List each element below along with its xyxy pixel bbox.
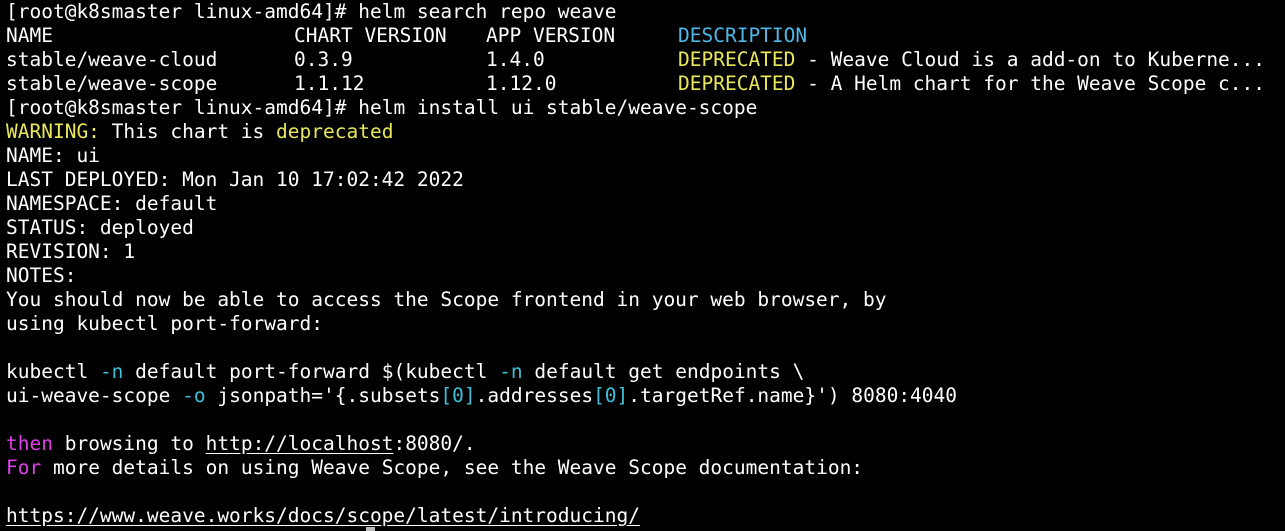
- command-text: helm install ui stable/weave-scope: [358, 96, 758, 119]
- plain-text: more details on using Weave Scope, see t…: [52, 456, 864, 479]
- code-text: jsonpath='{.subsets: [217, 384, 441, 407]
- terminal-window[interactable]: [root@k8smaster linux-amd64]# helm searc…: [0, 0, 1285, 531]
- warning-text: This chart is: [111, 120, 265, 143]
- output-last-deployed: LAST DEPLOYED: Mon Jan 10 17:02:42 2022: [6, 168, 464, 191]
- code-text: ui-weave-scope: [6, 384, 171, 407]
- app-version: 1.4.0: [486, 48, 545, 71]
- output-notes-heading: NOTES:: [6, 264, 77, 287]
- kubectl-command-line: kubectl -n default port-forward $(kubect…: [6, 360, 804, 384]
- keyword-text: then: [6, 432, 53, 455]
- table-header-row: NAME CHART VERSION APP VERSION DESCRIPTI…: [6, 24, 807, 48]
- output-name: NAME: ui: [6, 144, 100, 167]
- flag-text: -o: [182, 384, 206, 407]
- app-version: 1.12.0: [486, 72, 557, 95]
- docs-line: https://www.weave.works/docs/scope/lates…: [6, 504, 640, 528]
- header-description: DESCRIPTION: [678, 24, 808, 47]
- warning-highlight: deprecated: [276, 120, 394, 143]
- shell-prompt: [root@k8smaster linux-amd64]#: [6, 0, 347, 23]
- code-text: .targetRef.name}') 8080:4040: [628, 384, 958, 407]
- docs-link[interactable]: https://www.weave.works/docs/scope/lates…: [6, 504, 640, 527]
- code-text: .addresses: [475, 384, 594, 407]
- header-app-version: APP VERSION: [486, 24, 616, 47]
- chart-name: stable/weave-cloud: [6, 48, 218, 71]
- table-row: stable/weave-cloud 0.3.9 1.4.0 DEPRECATE…: [6, 48, 1265, 72]
- kubectl-command-line: ui-weave-scope -o jsonpath='{.subsets[0]…: [6, 384, 957, 408]
- table-row: stable/weave-scope 1.1.12 1.12.0 DEPRECA…: [6, 72, 1265, 96]
- code-text: default get endpoints \: [534, 360, 805, 383]
- header-name: NAME: [6, 24, 53, 47]
- chart-version: 0.3.9: [294, 48, 353, 71]
- command-text: helm search repo weave: [358, 0, 617, 23]
- for-line: For more details on using Weave Scope, s…: [6, 456, 863, 480]
- localhost-link[interactable]: http://localhost: [206, 432, 394, 455]
- description: DEPRECATED - Weave Cloud is a add-on to …: [678, 48, 1265, 72]
- chart-name: stable/weave-scope: [6, 72, 218, 95]
- then-line: then browsing to http://localhost:8080/.: [6, 432, 476, 456]
- keyword-text: For: [6, 456, 42, 479]
- command-line-install: [root@k8smaster linux-amd64]# helm insta…: [6, 96, 757, 120]
- port-text: :8080/.: [393, 432, 476, 455]
- output-revision: REVISION: 1: [6, 240, 136, 263]
- description: DEPRECATED - A Helm chart for the Weave …: [678, 72, 1265, 96]
- plain-text: browsing to: [64, 432, 194, 455]
- warning-line: WARNING: This chart is deprecated: [6, 120, 393, 144]
- command-line-search: [root@k8smaster linux-amd64]# helm searc…: [6, 0, 617, 24]
- deprecated-tag: DEPRECATED: [678, 72, 796, 95]
- description-text: - A Helm chart for the Weave Scope c...: [807, 72, 1266, 95]
- code-text: default port-forward $(kubectl: [135, 360, 488, 383]
- notes-text-line: You should now be able to access the Sco…: [6, 288, 887, 311]
- flag-text: -n: [499, 360, 523, 383]
- index-text: [0]: [593, 384, 629, 407]
- flag-text: -n: [99, 360, 124, 383]
- scroll-indicator: [366, 527, 375, 531]
- notes-text-line: using kubectl port-forward:: [6, 312, 323, 335]
- header-chart-version: CHART VERSION: [294, 24, 447, 47]
- description-text: - Weave Cloud is a add-on to Kuberne...: [807, 48, 1266, 71]
- output-status: STATUS: deployed: [6, 216, 194, 239]
- warning-label: WARNING:: [6, 120, 100, 143]
- deprecated-tag: DEPRECATED: [678, 48, 796, 71]
- chart-version: 1.1.12: [294, 72, 365, 95]
- shell-prompt: [root@k8smaster linux-amd64]#: [6, 96, 347, 119]
- output-namespace: NAMESPACE: default: [6, 192, 218, 215]
- index-text: [0]: [440, 384, 476, 407]
- code-text: kubectl: [6, 360, 89, 383]
